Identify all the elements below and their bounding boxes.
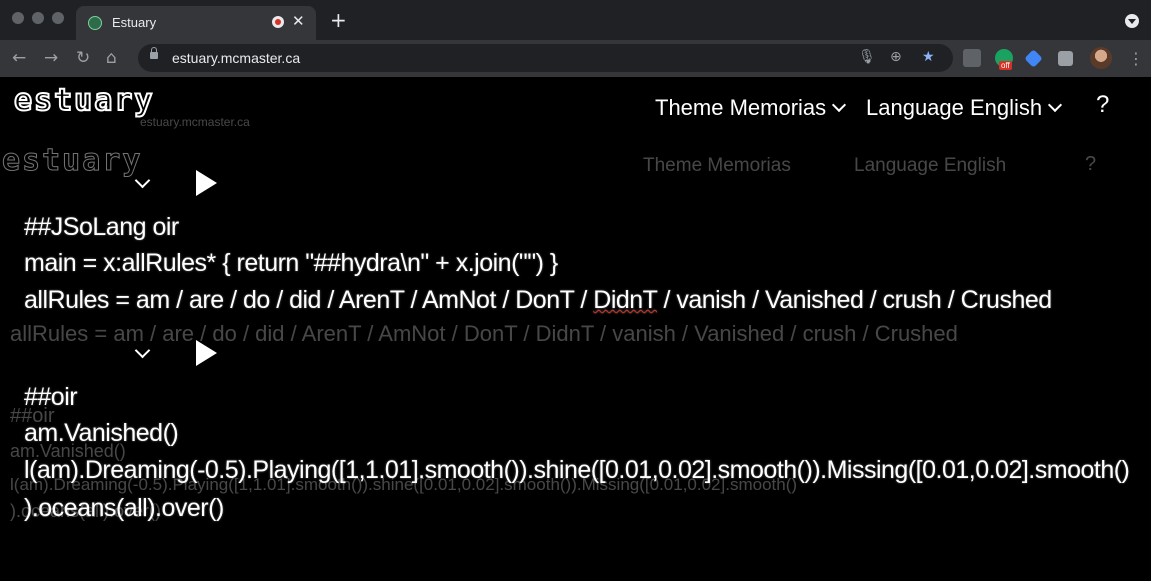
help-button[interactable]: ? [1096, 91, 1109, 119]
editor-2-line[interactable]: ##oir [24, 383, 78, 412]
browser-tab-strip: Estuary ✕ + [0, 0, 1151, 40]
window-close-dot[interactable] [12, 12, 24, 24]
ghost-language-label: Language English [854, 155, 1007, 176]
lock-icon[interactable] [150, 47, 158, 59]
address-url[interactable]: estuary.mcmaster.ca [172, 50, 300, 66]
tab-close-icon[interactable]: ✕ [292, 12, 305, 30]
editor-1-line[interactable]: main = x:allRules* { return "##hydra\n" … [24, 249, 558, 278]
new-tab-button[interactable]: + [330, 10, 347, 30]
ghost-logo: estuary [1, 143, 143, 179]
microphone-icon[interactable]: 🎙︎ [858, 49, 876, 65]
site-favicon-icon [88, 16, 102, 30]
browser-menu-icon[interactable]: ⋮ [1128, 49, 1144, 68]
back-icon[interactable]: ← [12, 48, 26, 68]
tab-search-dropdown-icon[interactable] [1125, 14, 1139, 28]
theme-menu-label: Theme Memorias [655, 95, 827, 120]
editor-1-line-text: / vanish / Vanished / crush / Crushed [657, 286, 1052, 314]
editor-2-line[interactable]: ).oceans(all).over() [24, 494, 224, 523]
ghost-rules-line: allRules = am / are / do / did / ArenT /… [10, 321, 958, 346]
tab-title: Estuary [112, 15, 157, 30]
browser-tab[interactable]: Estuary ✕ [76, 6, 316, 40]
editor-1-line[interactable]: ##JSoLang oir [24, 213, 179, 242]
theme-menu[interactable]: Theme Memorias [655, 95, 847, 121]
language-menu-label: Language English [866, 95, 1043, 120]
recording-indicator-icon [272, 16, 284, 28]
play-editor-1-icon[interactable] [196, 170, 217, 196]
editor-1-line-text: allRules = am / are / do / did / ArenT /… [24, 286, 594, 314]
bookmark-star-icon[interactable]: ★ [922, 49, 935, 65]
ghost-theme-label: Theme Memorias [643, 155, 791, 176]
editor-2-line[interactable]: l(am).Dreaming(-0.5).Playing([1,1.01].sm… [24, 456, 1130, 485]
chevron-down-icon [832, 97, 847, 113]
language-menu[interactable]: Language English [866, 95, 1063, 121]
editor-2-line[interactable]: am.Vanished() [24, 419, 179, 448]
extension-off-badge: off [999, 61, 1012, 70]
editor-1-line[interactable]: allRules = am / are / do / did / ArenT /… [24, 286, 1052, 315]
estuary-page: estuary estuary.mcmaster.ca Theme Memori… [0, 77, 1151, 581]
window-minimize-dot[interactable] [32, 12, 44, 24]
extensions-puzzle-icon[interactable] [1058, 51, 1073, 66]
extension-diamond-icon[interactable] [1024, 49, 1043, 68]
profile-avatar[interactable] [1090, 47, 1112, 69]
facebook-extension-icon[interactable] [963, 49, 981, 67]
address-bar[interactable]: estuary.mcmaster.ca 🎙︎ ⊕ ★ [138, 44, 953, 72]
window-zoom-dot[interactable] [52, 12, 64, 24]
browser-toolbar: ← → ↻ ⌂ estuary.mcmaster.ca 🎙︎ ⊕ ★ off ⋮ [0, 40, 1151, 77]
estuary-logo[interactable]: estuary [13, 82, 154, 119]
ghost-subtitle: estuary.mcmaster.ca [140, 115, 250, 129]
home-icon[interactable]: ⌂ [106, 48, 117, 68]
ghost-help-label: ? [1085, 153, 1097, 175]
forward-icon[interactable]: → [44, 48, 58, 68]
zoom-icon[interactable]: ⊕ [890, 49, 902, 65]
reload-icon[interactable]: ↻ [76, 48, 90, 68]
play-editor-2-icon[interactable] [196, 340, 217, 366]
chevron-down-icon [1048, 97, 1063, 113]
spellcheck-flagged-word: DidnT [593, 286, 658, 314]
